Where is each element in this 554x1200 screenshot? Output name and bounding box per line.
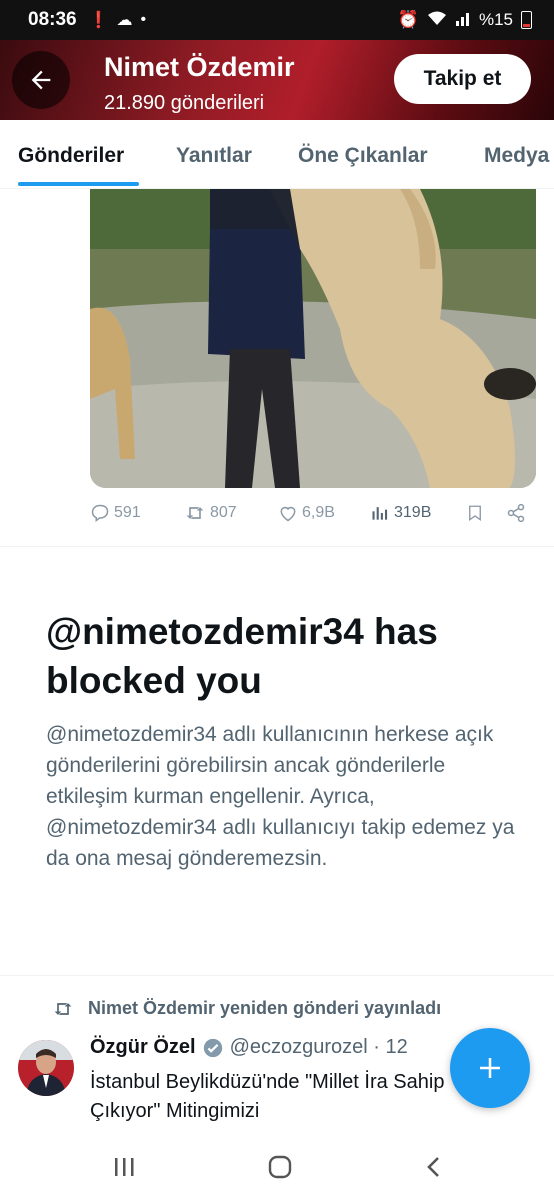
heart-icon	[280, 506, 296, 522]
tab-media[interactable]: Medya	[484, 144, 549, 168]
wifi-icon	[427, 10, 447, 31]
divider	[0, 546, 554, 547]
like-count: 6,9B	[302, 504, 335, 521]
repost-context-text: Nimet Özdemir yeniden gönderi yayınladı	[88, 998, 442, 1018]
share-button[interactable]	[506, 503, 526, 523]
verified-badge-icon	[203, 1038, 222, 1057]
home-button[interactable]	[260, 1152, 300, 1182]
status-bar: 08:36 ❗ ☁ • ⏰ %15	[0, 0, 554, 40]
views-button[interactable]: 319B	[370, 503, 431, 523]
tab-highlights[interactable]: Öne Çıkanlar	[298, 144, 428, 168]
views-chart-icon	[372, 507, 388, 520]
share-icon	[507, 503, 525, 523]
profile-name: Nimet Özdemir	[104, 52, 295, 82]
repost-icon	[186, 507, 204, 519]
battery-percent: %15	[478, 10, 513, 29]
tab-replies[interactable]: Yanıtlar	[176, 144, 252, 168]
recent-apps-icon	[115, 1158, 134, 1176]
chevron-left-icon	[427, 1157, 439, 1177]
blocked-title: @nimetozdemir34 has blocked you	[46, 611, 438, 701]
repost-button[interactable]: 807	[184, 503, 237, 523]
compose-button[interactable]	[450, 1028, 530, 1108]
post-image[interactable]	[90, 189, 536, 488]
avatar[interactable]	[18, 1040, 74, 1096]
alarm-icon: ⏰	[397, 10, 419, 29]
reply-icon	[91, 504, 109, 522]
battery-icon	[521, 11, 532, 29]
bookmark-button[interactable]	[466, 503, 484, 523]
tweet-text[interactable]: İstanbul Beylikdüzü'nde "Millet İra Sahi…	[90, 1068, 510, 1126]
dot-icon: •	[140, 11, 147, 28]
reply-button[interactable]: 591	[90, 503, 141, 523]
profile-header: Nimet Özdemir 21.890 gönderileri Takip e…	[0, 40, 554, 120]
tab-posts[interactable]: Gönderiler	[18, 144, 124, 168]
status-time: 08:36	[28, 9, 77, 30]
tweet-author[interactable]: Özgür Özel	[90, 1036, 196, 1059]
repost-count: 807	[210, 504, 237, 521]
home-icon	[268, 1155, 292, 1179]
views-count: 319B	[394, 504, 432, 521]
notification-icons: ❗ ☁ •	[89, 10, 147, 30]
system-nav-bar	[0, 1134, 554, 1200]
reply-count: 591	[114, 504, 141, 521]
arrow-left-icon	[31, 70, 51, 90]
cloud-icon: ☁	[116, 12, 133, 29]
system-back-button[interactable]	[414, 1152, 454, 1182]
tweet-header: Özgür Özel @eczozgurozel · 12	[90, 1036, 408, 1059]
system-icons: ⏰ %15	[398, 10, 532, 31]
follow-button[interactable]: Takip et	[394, 54, 531, 104]
divider	[0, 975, 554, 976]
post-action-bar: 591 807 6,9B 319B	[90, 503, 536, 527]
posts-count: 21.890 gönderileri	[104, 92, 265, 114]
signal-icon	[455, 10, 471, 31]
alert-icon: ❗	[88, 12, 109, 29]
recent-apps-button[interactable]	[104, 1152, 144, 1182]
repost-context: Nimet Özdemir yeniden gönderi yayınladı	[52, 998, 441, 1019]
repost-icon	[54, 1002, 72, 1015]
bookmark-icon	[469, 505, 481, 522]
active-tab-indicator	[18, 182, 139, 186]
tweet-handle[interactable]: @eczozgurozel · 12	[230, 1036, 408, 1059]
back-button[interactable]	[12, 51, 70, 109]
like-button[interactable]: 6,9B	[278, 503, 335, 523]
plus-icon	[480, 1058, 500, 1078]
blocked-description: @nimetozdemir34 adlı kullanıcının herkes…	[46, 723, 515, 870]
profile-tabs: Gönderiler Yanıtlar Öne Çıkanlar Medya	[0, 120, 554, 189]
